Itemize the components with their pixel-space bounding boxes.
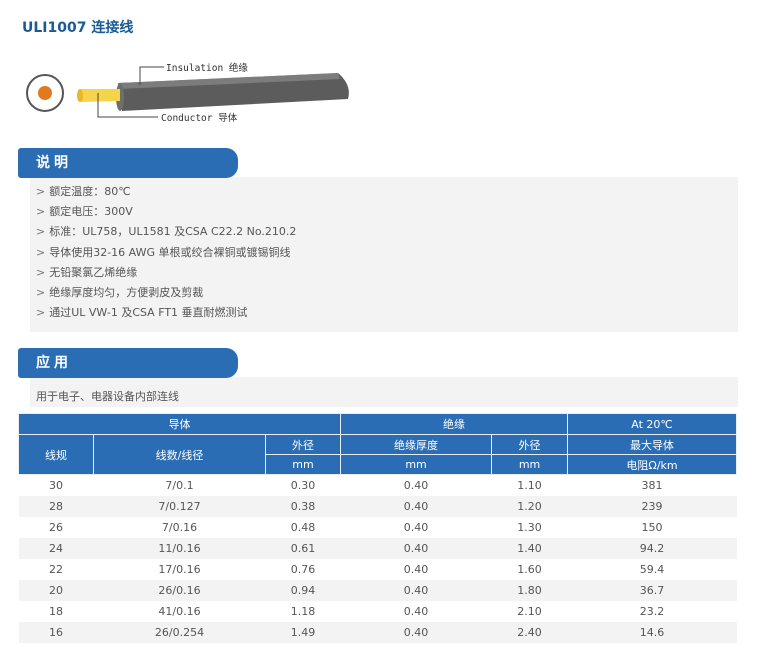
spec-item: > 绝缘厚度均匀，方便剥皮及剪裁 <box>36 285 204 299</box>
cell-insulation-od: 1.40 <box>491 537 568 559</box>
cell-gauge: 16 <box>18 621 94 643</box>
cell-resistance: 14.6 <box>567 621 737 643</box>
cell-strands: 17/0.16 <box>93 558 266 580</box>
cell-resistance: 94.2 <box>567 537 737 559</box>
spec-item: > 额定电压：300V <box>36 205 133 219</box>
cell-gauge: 20 <box>18 579 94 601</box>
cell-conductor-od: 0.48 <box>265 516 341 538</box>
cell-thickness: 0.40 <box>340 600 492 622</box>
header-insulation-od: 外径 <box>491 434 569 455</box>
cell-gauge: 22 <box>18 558 94 580</box>
header-unit-mm: mm <box>264 454 342 475</box>
section-tab-application: 应用 <box>18 348 238 378</box>
cell-thickness: 0.40 <box>340 621 492 643</box>
cell-conductor-od: 0.38 <box>265 495 341 517</box>
header-unit-mm: mm <box>340 454 493 475</box>
header-gauge: 线规 <box>18 434 94 475</box>
cell-gauge: 30 <box>18 474 94 496</box>
cell-thickness: 0.40 <box>340 579 492 601</box>
header-strands: 线数/线径 <box>93 434 266 475</box>
table-row: 16 26/0.254 1.49 0.40 2.40 14.6 <box>18 621 737 643</box>
conductor-wire <box>80 89 120 102</box>
application-text: 用于电子、电器设备内部连线 <box>36 390 179 403</box>
cross-section-conductor <box>38 86 52 100</box>
cell-gauge: 18 <box>18 600 94 622</box>
cell-thickness: 0.40 <box>340 495 492 517</box>
header-unit-mm: mm <box>491 454 569 475</box>
table-row: 28 7/0.127 0.38 0.40 1.20 239 <box>18 495 737 517</box>
cell-insulation-od: 2.10 <box>491 600 568 622</box>
table-row: 22 17/0.16 0.76 0.40 1.60 59.4 <box>18 558 737 580</box>
spec-item: > 额定温度：80℃ <box>36 185 131 198</box>
cell-resistance: 150 <box>567 516 737 538</box>
spec-item: > 标准：UL758，UL1581 及CSA C22.2 No.210.2 <box>36 225 297 239</box>
header-max-conductor: 最大导体 <box>567 434 738 455</box>
cell-strands: 7/0.16 <box>93 516 266 538</box>
table-row: 26 7/0.16 0.48 0.40 1.30 150 <box>18 516 737 538</box>
cable-diagram: Insulation 绝缘 Conductor 导体 <box>18 55 398 130</box>
section-tab-description: 说明 <box>18 148 238 178</box>
cell-strands: 7/0.127 <box>93 495 266 517</box>
cell-conductor-od: 0.61 <box>265 537 341 559</box>
cell-insulation-od: 1.30 <box>491 516 568 538</box>
conductor-label: Conductor 导体 <box>161 113 238 124</box>
cell-thickness: 0.40 <box>340 537 492 559</box>
cell-insulation-od: 1.80 <box>491 579 568 601</box>
cell-resistance: 239 <box>567 495 737 517</box>
cell-conductor-od: 1.18 <box>265 600 341 622</box>
cell-insulation-od: 1.10 <box>491 474 568 496</box>
cell-insulation-od: 2.40 <box>491 621 568 643</box>
cell-strands: 41/0.16 <box>93 600 266 622</box>
header-temperature: At 20℃ <box>567 413 738 435</box>
spec-item: > 通过UL VW-1 及CSA FT1 垂直耐燃测试 <box>36 306 248 320</box>
header-insulation-group: 绝缘 <box>340 413 569 435</box>
cell-strands: 11/0.16 <box>93 537 266 559</box>
header-insulation-thickness: 绝缘厚度 <box>340 434 493 455</box>
table-row: 20 26/0.16 0.94 0.40 1.80 36.7 <box>18 579 737 601</box>
cell-conductor-od: 1.49 <box>265 621 341 643</box>
cell-gauge: 26 <box>18 516 94 538</box>
header-conductor-group: 导体 <box>17 413 342 435</box>
cell-gauge: 24 <box>18 537 94 559</box>
spec-item: > 无铅聚氯乙烯绝缘 <box>36 265 138 279</box>
cell-thickness: 0.40 <box>340 474 492 496</box>
insulation-label: Insulation 绝缘 <box>166 63 248 74</box>
page-title: ULI1007 连接线 <box>22 20 134 36</box>
cell-conductor-od: 0.76 <box>265 558 341 580</box>
cell-resistance: 23.2 <box>567 600 737 622</box>
cell-strands: 7/0.1 <box>93 474 266 496</box>
cell-insulation-od: 1.60 <box>491 558 568 580</box>
header-unit-resistance: 电阻Ω/km <box>567 454 738 475</box>
cell-thickness: 0.40 <box>340 516 492 538</box>
cell-conductor-od: 0.94 <box>265 579 341 601</box>
spec-item: > 导体使用32-16 AWG 单根或绞合裸铜或镀锡铜线 <box>36 245 291 259</box>
cell-resistance: 381 <box>567 474 737 496</box>
cell-conductor-od: 0.30 <box>265 474 341 496</box>
table-row: 18 41/0.16 1.18 0.40 2.10 23.2 <box>18 600 737 622</box>
cell-strands: 26/0.16 <box>93 579 266 601</box>
cell-resistance: 59.4 <box>567 558 737 580</box>
cell-thickness: 0.40 <box>340 558 492 580</box>
description-panel: > 额定温度：80℃ > 额定电压：300V > 标准：UL758，UL1581 及C… <box>30 177 738 332</box>
table-row: 30 7/0.1 0.30 0.40 1.10 381 <box>18 474 737 496</box>
spec-table: 导体 绝缘 At 20℃ 线规 线数/线径 外径 绝缘厚度 外径 最大导体 mm… <box>17 413 738 643</box>
cell-gauge: 28 <box>18 495 94 517</box>
cell-insulation-od: 1.20 <box>491 495 568 517</box>
cell-strands: 26/0.254 <box>93 621 266 643</box>
header-conductor-od: 外径 <box>264 434 342 455</box>
application-panel: 用于电子、电器设备内部连线 <box>30 377 738 407</box>
cell-resistance: 36.7 <box>567 579 737 601</box>
table-row: 24 11/0.16 0.61 0.40 1.40 94.2 <box>18 537 737 559</box>
